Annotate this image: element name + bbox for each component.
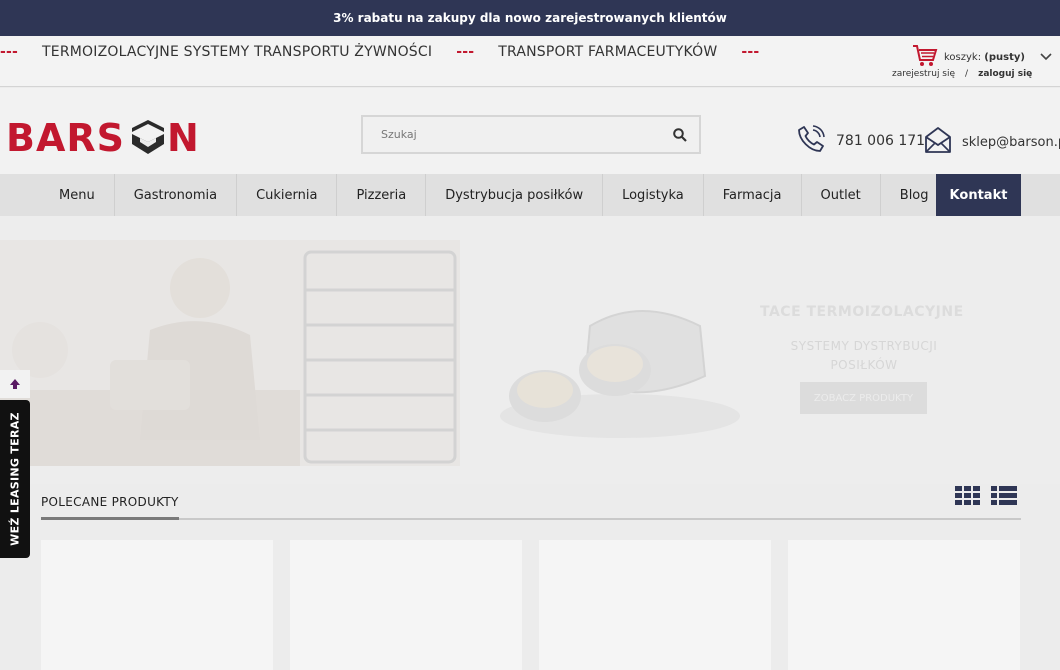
search-box <box>361 115 701 154</box>
promo-banner: 3% rabatu na zakupy dla nowo zarejestrow… <box>0 0 1060 36</box>
nav-item-kontakt[interactable]: Kontakt <box>936 174 1021 216</box>
section-title: POLECANE PRODUKTY <box>41 495 179 509</box>
nav-item-menu[interactable]: Menu <box>40 174 115 216</box>
product-grid <box>41 540 1020 670</box>
hero-tray-image <box>490 286 750 446</box>
ticker-track: --- TERMOIZOLACYJNE SYSTEMY TRANSPORTU Ż… <box>0 44 783 60</box>
mail-icon <box>924 126 952 158</box>
cart-widget[interactable]: koszyk: (pusty) zarejestruj się / zaloguj … <box>892 42 1052 82</box>
search-input[interactable] <box>363 117 661 152</box>
svg-text:BARS: BARS <box>6 116 125 160</box>
main-nav: Menu Gastronomia Cukiernia Pizzeria Dyst… <box>0 174 1060 216</box>
product-card[interactable] <box>788 540 1020 670</box>
nav-item-farmacja[interactable]: Farmacja <box>704 174 802 216</box>
hero-illustration <box>0 240 460 466</box>
ticker-separator: --- <box>0 44 19 60</box>
ticker-item[interactable]: TERMOIZOLACYJNE SYSTEMY TRANSPORTU ŻYWNO… <box>42 44 432 60</box>
ticker-item[interactable]: TRANSPORT FARMACEUTYKÓW <box>498 44 717 60</box>
hero-banner[interactable]: TACE TERMOIZOLACYJNE SYSTEMY DYSTRYBUCJI… <box>0 216 1060 484</box>
cart-label[interactable]: koszyk: (pusty) <box>944 52 1025 63</box>
svg-text:N: N <box>167 116 196 160</box>
product-card[interactable] <box>41 540 273 670</box>
hero-image <box>0 240 460 466</box>
nav-item-pizzeria[interactable]: Pizzeria <box>337 174 427 216</box>
login-link[interactable]: zaloguj się <box>978 69 1032 79</box>
nav-item-dystrybucja[interactable]: Dystrybucja posiłków <box>426 174 604 216</box>
email-address[interactable]: sklep@barson.p <box>962 135 1060 150</box>
account-separator: / <box>965 69 969 79</box>
cart-status: (pusty) <box>984 52 1025 63</box>
register-link[interactable]: zarejestruj się <box>892 69 955 79</box>
account-links: zarejestruj się / zaloguj się <box>892 69 1032 79</box>
site-header: BARS N 781 006 171 <box>0 88 1060 174</box>
phone-icon <box>796 124 826 158</box>
nav-item-outlet[interactable]: Outlet <box>802 174 881 216</box>
scroll-top-button[interactable] <box>0 370 30 398</box>
leasing-tab[interactable]: WEŹ LEASING TERAZ <box>0 400 30 558</box>
section-underline <box>41 517 179 520</box>
recommended-header: POLECANE PRODUKTY <box>41 484 1021 520</box>
nav-item-gastronomia[interactable]: Gastronomia <box>115 174 238 216</box>
list-view-icon[interactable] <box>991 486 1017 510</box>
phone-number[interactable]: 781 006 171 <box>836 133 925 149</box>
hero-subtitle: SYSTEMY DYSTRYBUCJI POSIŁKÓW <box>790 339 938 372</box>
logo-graphic: BARS N <box>6 116 196 160</box>
ticker-separator: --- <box>456 44 475 60</box>
arrow-up-icon <box>9 375 21 394</box>
search-icon[interactable] <box>661 117 699 152</box>
product-card[interactable] <box>539 540 771 670</box>
nav-list: Menu Gastronomia Cukiernia Pizzeria Dyst… <box>40 174 949 216</box>
hero-title: TACE TERMOIZOLACYJNE <box>760 304 964 320</box>
leasing-label: WEŹ LEASING TERAZ <box>8 412 22 546</box>
cart-label-text: koszyk: <box>944 52 982 63</box>
email-contact[interactable]: sklep@barson.p <box>924 126 1060 158</box>
phone-contact[interactable]: 781 006 171 <box>796 124 925 158</box>
ticker-separator: --- <box>741 44 760 60</box>
nav-item-cukiernia[interactable]: Cukiernia <box>237 174 338 216</box>
promo-text: 3% rabatu na zakupy dla nowo zarejestrow… <box>333 11 727 25</box>
product-card[interactable] <box>290 540 522 670</box>
grid-view-icon[interactable] <box>955 486 981 510</box>
ticker-bar: --- TERMOIZOLACYJNE SYSTEMY TRANSPORTU Ż… <box>0 36 1060 87</box>
cart-icon[interactable] <box>912 44 938 72</box>
chevron-down-icon[interactable] <box>1040 50 1052 64</box>
hero-cta-button[interactable]: ZOBACZ PRODUKTY <box>800 382 927 414</box>
nav-item-logistyka[interactable]: Logistyka <box>603 174 704 216</box>
logo[interactable]: BARS N <box>6 116 196 160</box>
